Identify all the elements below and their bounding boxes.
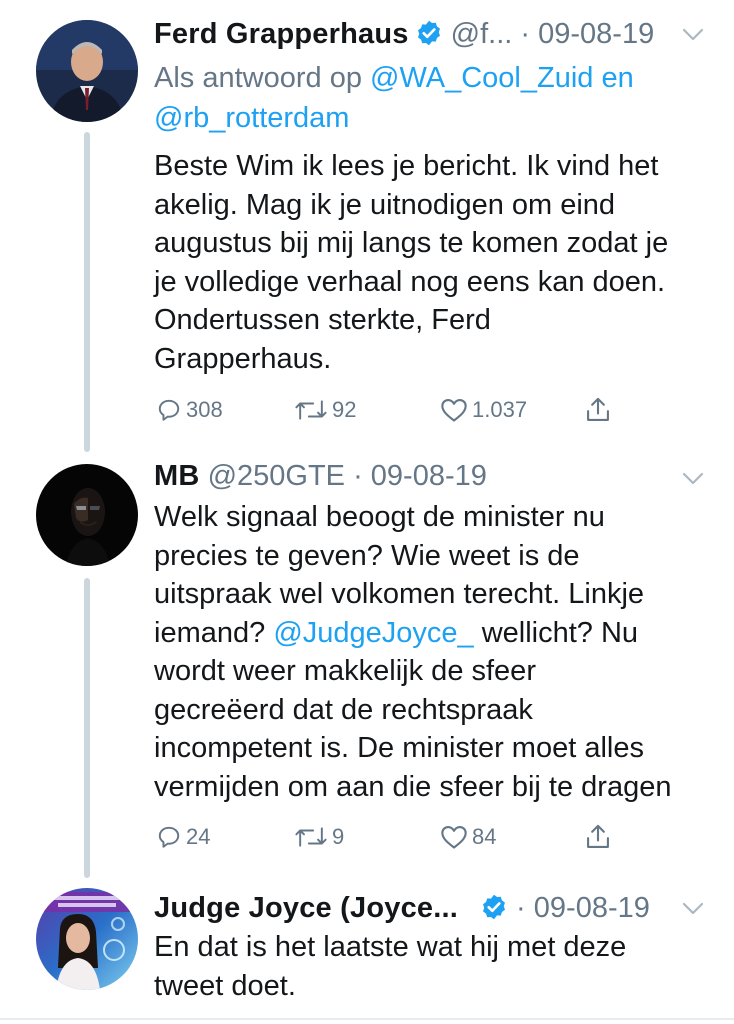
tweet-actions: 24 9 84 — [154, 822, 634, 852]
reply-button[interactable]: 308 — [156, 395, 223, 425]
woman-portrait-blue-purple-icon — [36, 888, 138, 990]
mention-link[interactable]: @JudgeJoyce_ — [273, 617, 473, 649]
chevron-down-icon[interactable] — [682, 28, 704, 42]
tweet-actions: 308 92 1.037 — [154, 395, 634, 425]
share-button[interactable] — [584, 822, 612, 852]
tweet-date[interactable]: 09-08-19 — [534, 892, 650, 924]
retweet-icon — [295, 827, 327, 847]
tweet-mb[interactable]: MB @250GTE · 09-08-19 Welk signaal beoog… — [0, 450, 734, 870]
tweet-judge-joyce[interactable]: Judge Joyce (Joyce... · 09-08-19 En dat … — [0, 870, 734, 1020]
divider — [0, 1018, 734, 1020]
separator-dot: · — [508, 892, 534, 924]
separator-dot: · — [512, 18, 539, 50]
tweet-text: Beste Wim ik lees je bericht. Ik vind he… — [154, 150, 669, 375]
reply-count: 24 — [186, 824, 211, 849]
avatar[interactable] — [36, 464, 138, 566]
like-button[interactable]: 84 — [440, 822, 496, 852]
like-count: 84 — [472, 824, 497, 849]
share-icon — [587, 824, 609, 848]
retweet-button[interactable]: 92 — [294, 395, 356, 425]
mention-link[interactable]: @rb_rotterdam — [154, 102, 349, 134]
avatar[interactable] — [36, 888, 138, 990]
tweet-header: MB @250GTE · 09-08-19 — [154, 458, 704, 494]
tweet-header: Ferd Grapperhaus @f... · 09-08-19 — [154, 16, 704, 52]
retweet-count: 9 — [332, 824, 345, 849]
retweet-count: 92 — [332, 397, 357, 422]
reply-prefix: Als antwoord op — [154, 62, 371, 94]
heart-icon — [441, 826, 467, 849]
dark-masked-face-icon — [36, 464, 138, 566]
tweet-text: En dat is het laatste wat hij met deze t… — [154, 931, 627, 1002]
like-count: 1.037 — [472, 397, 528, 422]
mention-link[interactable]: @WA_Cool_Zuid — [370, 62, 593, 94]
author-name[interactable]: MB — [154, 460, 200, 492]
tweet-text: Welk signaal beoogt de minister nu preci… — [154, 498, 710, 806]
reply-icon — [158, 399, 180, 421]
reply-count: 308 — [186, 397, 223, 422]
person-portrait-suit-icon — [36, 20, 138, 122]
reply-icon — [158, 826, 180, 848]
retweet-icon — [295, 400, 327, 420]
share-button[interactable] — [584, 395, 612, 425]
avatar[interactable] — [36, 20, 138, 122]
tweet-header: Judge Joyce (Joyce... · 09-08-19 — [154, 890, 704, 926]
tweet-date[interactable]: 09-08-19 — [538, 18, 654, 50]
verified-badge-icon — [415, 19, 443, 47]
reply-button[interactable]: 24 — [156, 822, 210, 852]
retweet-button[interactable]: 9 — [294, 822, 344, 852]
chevron-down-icon[interactable] — [682, 902, 704, 916]
mention-joiner: en — [593, 62, 634, 94]
author-name[interactable]: Judge Joyce (Joyce... — [154, 892, 458, 924]
tweet-date[interactable]: 09-08-19 — [371, 460, 487, 492]
author-handle[interactable]: @250GTE — [200, 460, 345, 492]
chevron-down-icon[interactable] — [682, 472, 704, 486]
reply-context: Als antwoord op @WA_Cool_Zuid en @rb_rot… — [154, 58, 704, 138]
tweet-thread: Ferd Grapperhaus @f... · 09-08-19 Als an… — [0, 0, 734, 1024]
tweet-ferd-grapperhaus[interactable]: Ferd Grapperhaus @f... · 09-08-19 Als an… — [0, 0, 734, 450]
author-name[interactable]: Ferd Grapperhaus — [154, 18, 409, 50]
verified-badge-icon — [480, 893, 508, 921]
like-button[interactable]: 1.037 — [440, 395, 527, 425]
heart-icon — [441, 399, 467, 422]
separator-dot: · — [345, 460, 371, 492]
share-icon — [587, 397, 609, 421]
author-handle[interactable]: @f... — [451, 18, 513, 50]
